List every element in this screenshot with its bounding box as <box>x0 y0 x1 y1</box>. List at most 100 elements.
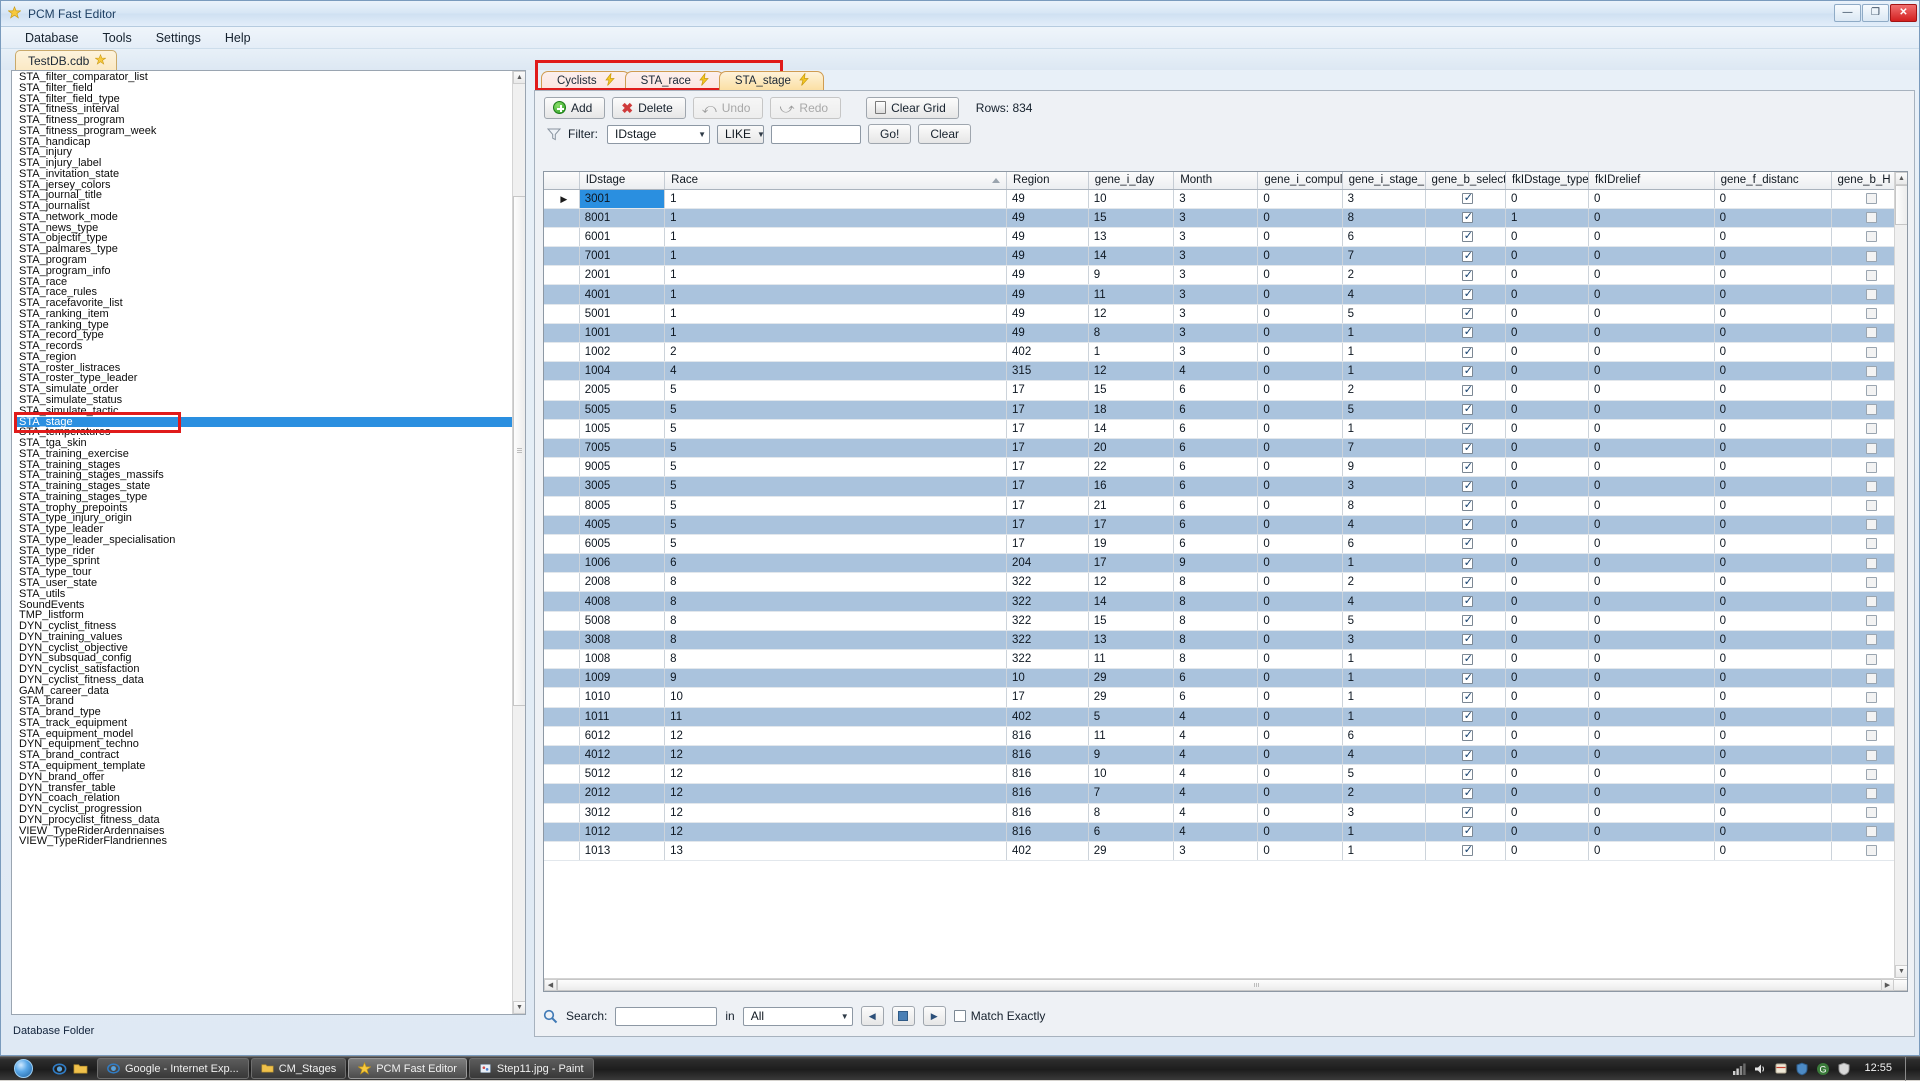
cell-IDstage[interactable]: 5008 <box>579 611 664 630</box>
checkbox-icon[interactable] <box>1462 577 1473 588</box>
table-row[interactable]: 400551717604000 <box>544 515 1907 534</box>
cell-Region[interactable]: 17 <box>1007 458 1089 477</box>
cell-gene_i_day[interactable]: 16 <box>1088 477 1173 496</box>
row-header-cell[interactable] <box>544 458 579 477</box>
cell-gene_i_stage_n[interactable]: 3 <box>1342 630 1425 649</box>
cell-gene_b_select[interactable] <box>1425 208 1505 227</box>
cell-gene_i_day[interactable]: 11 <box>1088 726 1173 745</box>
checkbox-icon[interactable] <box>1866 423 1877 434</box>
cell-IDstage[interactable]: 5005 <box>579 400 664 419</box>
cell-gene_i_day[interactable]: 9 <box>1088 745 1173 764</box>
checkbox-icon[interactable] <box>1866 327 1877 338</box>
cell-Race[interactable]: 4 <box>665 362 1007 381</box>
cell-fkIDrelief[interactable]: 0 <box>1588 496 1714 515</box>
search-input[interactable] <box>615 1007 717 1026</box>
cell-gene_i_compul[interactable]: 0 <box>1258 592 1342 611</box>
checkbox-icon[interactable] <box>1462 212 1473 223</box>
table-row[interactable]: 100551714601000 <box>544 419 1907 438</box>
cell-Region[interactable]: 322 <box>1007 650 1089 669</box>
row-header-cell[interactable] <box>544 304 579 323</box>
checkbox-icon[interactable] <box>1866 193 1877 204</box>
cell-gene_i_day[interactable]: 29 <box>1088 669 1173 688</box>
cell-gene_i_day[interactable]: 10 <box>1088 189 1173 208</box>
cell-fkIDrelief[interactable]: 0 <box>1588 573 1714 592</box>
cell-Month[interactable]: 6 <box>1174 477 1258 496</box>
column-header-Region[interactable]: Region <box>1007 172 1089 189</box>
cell-fkIDstage_type[interactable]: 0 <box>1505 534 1588 553</box>
show-desktop-button[interactable] <box>1905 1057 1914 1081</box>
cell-Month[interactable]: 4 <box>1174 822 1258 841</box>
checkbox-icon[interactable] <box>1462 769 1473 780</box>
cell-gene_i_day[interactable]: 14 <box>1088 419 1173 438</box>
row-header-cell[interactable] <box>544 381 579 400</box>
table-row[interactable]: 900551722609000 <box>544 458 1907 477</box>
checkbox-icon[interactable] <box>1462 404 1473 415</box>
cell-gene_i_stage_n[interactable]: 1 <box>1342 323 1425 342</box>
checkbox-icon[interactable] <box>1462 481 1473 492</box>
table-list-scrollbar[interactable]: ▲ ▼ <box>512 71 525 1014</box>
table-list-item[interactable]: DYN_training_values <box>14 632 512 643</box>
cell-Region[interactable]: 49 <box>1007 247 1089 266</box>
table-list-item[interactable]: STA_temperatures <box>14 427 512 438</box>
cell-gene_i_day[interactable]: 15 <box>1088 208 1173 227</box>
checkbox-icon[interactable] <box>1462 443 1473 454</box>
grid-scroll-down-icon[interactable]: ▼ <box>1895 965 1908 978</box>
cell-Region[interactable]: 17 <box>1007 688 1089 707</box>
cell-Race[interactable]: 11 <box>665 707 1007 726</box>
checkbox-icon[interactable] <box>1866 558 1877 569</box>
cell-gene_i_stage_n[interactable]: 1 <box>1342 419 1425 438</box>
cell-gene_i_day[interactable]: 8 <box>1088 803 1173 822</box>
scrollbar-thumb[interactable] <box>513 196 526 706</box>
checkbox-icon[interactable] <box>1866 231 1877 242</box>
cell-fkIDrelief[interactable]: 0 <box>1588 227 1714 246</box>
grid-vscroll-thumb[interactable] <box>1895 185 1908 225</box>
cell-gene_i_stage_n[interactable]: 6 <box>1342 534 1425 553</box>
cell-gene_b_select[interactable] <box>1425 573 1505 592</box>
cell-IDstage[interactable]: 3001 <box>579 189 664 208</box>
row-header-cell[interactable] <box>544 477 579 496</box>
cell-gene_f_distanc[interactable]: 0 <box>1714 726 1831 745</box>
cell-gene_i_compul[interactable]: 0 <box>1258 573 1342 592</box>
cell-IDstage[interactable]: 3005 <box>579 477 664 496</box>
cell-gene_i_day[interactable]: 29 <box>1088 841 1173 860</box>
row-header-cell[interactable] <box>544 554 579 573</box>
checkbox-icon[interactable] <box>1462 538 1473 549</box>
row-header-cell[interactable] <box>544 669 579 688</box>
cell-fkIDrelief[interactable]: 0 <box>1588 400 1714 419</box>
cell-fkIDstage_type[interactable]: 0 <box>1505 343 1588 362</box>
cell-IDstage[interactable]: 1005 <box>579 419 664 438</box>
cell-IDstage[interactable]: 7001 <box>579 247 664 266</box>
cell-fkIDstage_type[interactable]: 0 <box>1505 419 1588 438</box>
cell-Month[interactable]: 6 <box>1174 381 1258 400</box>
row-header-cell[interactable] <box>544 650 579 669</box>
cell-IDstage[interactable]: 5012 <box>579 765 664 784</box>
cell-Race[interactable]: 1 <box>665 189 1007 208</box>
cell-Month[interactable]: 4 <box>1174 765 1258 784</box>
table-row[interactable]: 1010101729601000 <box>544 688 1907 707</box>
cell-gene_f_distanc[interactable]: 0 <box>1714 458 1831 477</box>
cell-IDstage[interactable]: 1010 <box>579 688 664 707</box>
cell-Race[interactable]: 12 <box>665 784 1007 803</box>
cell-Race[interactable]: 1 <box>665 304 1007 323</box>
checkbox-icon[interactable] <box>1462 730 1473 741</box>
checkbox-icon[interactable] <box>1462 193 1473 204</box>
checkbox-icon[interactable] <box>1462 231 1473 242</box>
cell-gene_i_compul[interactable]: 0 <box>1258 630 1342 649</box>
cell-fkIDrelief[interactable]: 0 <box>1588 592 1714 611</box>
table-list-item[interactable]: DYN_brand_offer <box>14 772 512 783</box>
cell-fkIDstage_type[interactable]: 0 <box>1505 189 1588 208</box>
cell-gene_i_compul[interactable]: 0 <box>1258 650 1342 669</box>
cell-Month[interactable]: 3 <box>1174 841 1258 860</box>
cell-gene_i_compul[interactable]: 0 <box>1258 304 1342 323</box>
cell-Race[interactable]: 5 <box>665 496 1007 515</box>
cell-gene_b_select[interactable] <box>1425 592 1505 611</box>
cell-fkIDstage_type[interactable]: 0 <box>1505 438 1588 457</box>
table-list-item[interactable]: STA_records <box>14 341 512 352</box>
taskbar-clock[interactable]: 12:55 <box>1858 1062 1898 1074</box>
cell-gene_b_select[interactable] <box>1425 419 1505 438</box>
table-row[interactable]: 4012128169404000 <box>544 745 1907 764</box>
column-header-gene_f_distanc[interactable]: gene_f_distanc <box>1714 172 1831 189</box>
table-row[interactable]: 1008832211801000 <box>544 650 1907 669</box>
filter-operator-select[interactable]: LIKE ▼ <box>717 125 764 144</box>
cell-gene_f_distanc[interactable]: 0 <box>1714 247 1831 266</box>
